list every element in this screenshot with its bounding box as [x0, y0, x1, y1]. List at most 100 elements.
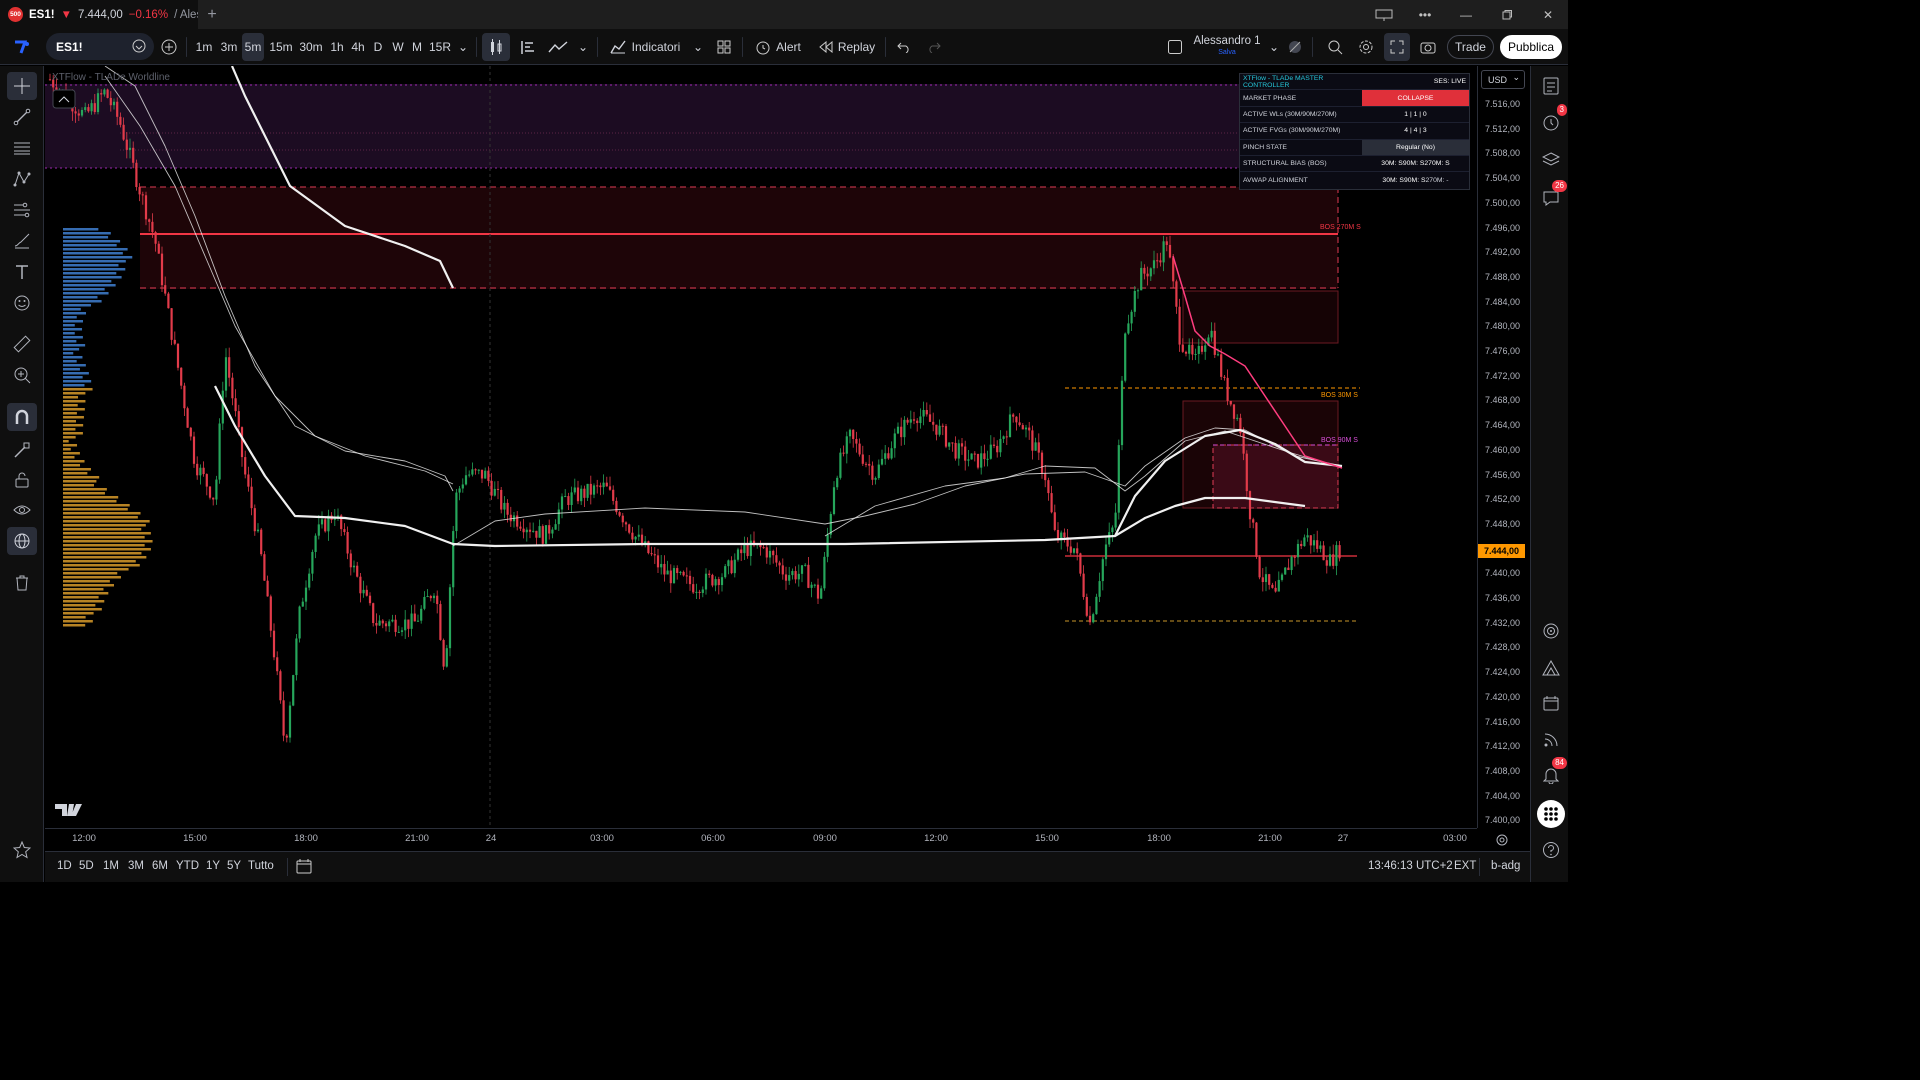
no-sync-icon[interactable] [1284, 33, 1306, 61]
ruler-icon[interactable] [7, 330, 37, 358]
range-5Y[interactable]: 5Y [227, 860, 241, 872]
more-icon[interactable]: ••• [1405, 0, 1445, 29]
time-scale[interactable]: 12:00 15:00 18:00 21:00 24 03:00 06:00 09:00 12:… [45, 828, 1508, 850]
maximize-icon[interactable] [1487, 0, 1527, 29]
interval-1m[interactable]: 1m [193, 33, 215, 61]
scale-settings-icon[interactable] [1495, 833, 1509, 852]
emoji-icon[interactable] [7, 289, 37, 317]
pattern-icon[interactable] [7, 165, 37, 193]
range-Tutto[interactable]: Tutto [248, 860, 274, 872]
candle-body [1028, 427, 1031, 431]
notifications-icon[interactable]: 84 [1537, 757, 1567, 789]
price-scale[interactable]: USD ⌄ 7.516,00 7.512,00 7.508,00 7.504,00 7.… [1477, 66, 1530, 828]
volume-bar [63, 616, 86, 619]
candle-body [154, 232, 157, 244]
undo-icon[interactable] [892, 33, 916, 61]
broadcast-icon[interactable] [1537, 726, 1565, 754]
range-1Y[interactable]: 1Y [206, 860, 220, 872]
interval-D[interactable]: D [370, 33, 386, 61]
range-1D[interactable]: 1D [57, 860, 72, 872]
candle-body [717, 579, 720, 586]
symbol-search[interactable]: ES1! [46, 33, 154, 60]
interval-3m[interactable]: 3m [218, 33, 240, 61]
redo-icon[interactable] [922, 33, 946, 61]
chevron-down-icon[interactable]: ⌄ [689, 33, 707, 61]
interval-30m[interactable]: 30m [298, 33, 324, 61]
volume-bar [63, 352, 74, 355]
chart-tab[interactable]: 500 ES1! ▼ 7.444,00 −0.16% / Alessa [0, 0, 198, 29]
fib-icon[interactable] [7, 134, 37, 162]
trash-icon[interactable] [7, 569, 37, 597]
range-6M[interactable]: 6M [152, 860, 168, 872]
candles-icon[interactable] [482, 33, 510, 61]
interval-15m[interactable]: 15m [268, 33, 294, 61]
help-icon[interactable] [1537, 836, 1565, 864]
camera-icon[interactable] [1415, 33, 1441, 61]
crosshair-icon[interactable] [7, 72, 37, 100]
trendline-icon[interactable] [7, 103, 37, 131]
interval-4h[interactable]: 4h [349, 33, 367, 61]
range-5D[interactable]: 5D [79, 860, 94, 872]
range-3M[interactable]: 3M [128, 860, 144, 872]
currency-select[interactable]: USD ⌄ [1481, 70, 1525, 89]
new-tab-button[interactable]: + [198, 6, 226, 24]
interval-M[interactable]: M [409, 33, 425, 61]
text-icon[interactable] [7, 258, 37, 286]
publish-button[interactable]: Pubblica [1500, 35, 1562, 59]
range-YTD[interactable]: YTD [176, 860, 199, 872]
chat-icon[interactable]: 26 [1537, 180, 1567, 212]
eye-icon[interactable] [7, 496, 37, 524]
layout-name[interactable]: Alessandro 1 Salva [1190, 33, 1264, 61]
minimize-icon[interactable]: — [1446, 0, 1486, 29]
zoom-icon[interactable] [7, 361, 37, 389]
templates-icon[interactable] [712, 33, 736, 61]
interval-5m[interactable]: 5m [242, 33, 264, 61]
alert-button[interactable]: Alert [750, 33, 806, 61]
globe-icon[interactable] [7, 527, 37, 555]
interval-W[interactable]: W [389, 33, 407, 61]
layout-checkbox-icon[interactable] [1164, 33, 1186, 61]
interval-1h[interactable]: 1h [328, 33, 346, 61]
chevron-down-icon: ⌄ [1512, 72, 1520, 82]
fullscreen-icon[interactable] [1384, 33, 1410, 61]
replay-button[interactable]: Replay [815, 33, 879, 61]
interval-15R[interactable]: 15R [428, 33, 452, 61]
compare-add-icon[interactable] [157, 33, 181, 61]
chevron-down-icon[interactable]: ⌄ [1265, 33, 1283, 61]
alerts-panel-icon[interactable]: 3 [1537, 104, 1567, 136]
watchlist-icon[interactable] [1537, 72, 1565, 100]
chevron-down-icon[interactable]: ⌄ [574, 33, 592, 61]
bars-icon[interactable] [515, 33, 541, 61]
chart-pane[interactable]: XTFlow - TLADe Worldline BOS 270M S BOS … [45, 66, 1477, 828]
collapse-arrow-icon[interactable] [52, 89, 76, 109]
adjust-toggle[interactable]: b-adg [1491, 860, 1520, 872]
candle-body [564, 496, 567, 498]
favorites-icon[interactable] [7, 836, 37, 864]
quick-search-icon[interactable] [1322, 33, 1348, 61]
logo-icon[interactable] [8, 33, 36, 61]
volume-bar [63, 344, 86, 347]
calendar-range-icon[interactable] [296, 858, 312, 877]
clock[interactable]: 13:46:13 UTC+2 [1368, 860, 1453, 872]
lock-icon[interactable] [7, 466, 37, 494]
monitor-icon[interactable] [1364, 0, 1404, 29]
trade-button[interactable]: Trade [1447, 35, 1494, 59]
brush-icon[interactable] [7, 227, 37, 255]
calendar-icon[interactable] [1537, 689, 1565, 717]
chevron-down-icon[interactable]: ⌄ [454, 33, 472, 61]
magnet-icon[interactable] [7, 403, 37, 431]
target-icon[interactable] [1537, 617, 1565, 645]
apps-grid-icon[interactable] [1537, 800, 1565, 828]
lock-draw-icon[interactable] [7, 436, 37, 464]
range-1M[interactable]: 1M [103, 860, 119, 872]
volume-bar [63, 296, 98, 299]
layers-icon[interactable] [1537, 146, 1565, 174]
indicators-button[interactable]: Indicatori [604, 33, 686, 61]
watch-icon[interactable] [130, 37, 148, 58]
close-icon[interactable]: ✕ [1528, 0, 1568, 29]
forecast-icon[interactable] [7, 196, 37, 224]
line-chart-icon[interactable] [545, 33, 571, 61]
settings-icon[interactable] [1353, 33, 1379, 61]
ideas-icon[interactable] [1537, 654, 1565, 682]
ext-toggle[interactable]: EXT [1454, 860, 1476, 872]
